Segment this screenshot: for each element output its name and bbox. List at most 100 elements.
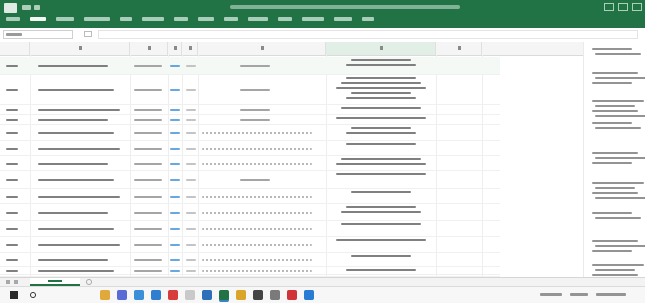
- table-row[interactable]: [0, 171, 500, 189]
- row-details-cell[interactable]: [336, 163, 426, 165]
- ribbon-tab[interactable]: [30, 17, 46, 21]
- start-menu-icon[interactable]: [10, 291, 18, 299]
- row-link-cell[interactable]: [170, 119, 180, 121]
- spreadsheet-grid[interactable]: [0, 55, 645, 279]
- ribbon-tab[interactable]: [56, 17, 74, 21]
- row-details-cell[interactable]: [351, 127, 411, 129]
- row-owner-cell[interactable]: [134, 244, 162, 246]
- row-details-cell[interactable]: [346, 132, 416, 134]
- ribbon-tab[interactable]: [278, 17, 292, 21]
- row-details-cell[interactable]: [336, 117, 426, 119]
- ribbon-tab[interactable]: [334, 17, 352, 21]
- ribbon-tab[interactable]: [362, 17, 374, 21]
- column-header-e[interactable]: [198, 42, 326, 55]
- row-details-cell[interactable]: [336, 239, 426, 241]
- row-id-cell[interactable]: [6, 89, 18, 91]
- name-box[interactable]: [3, 30, 73, 39]
- ribbon-tab[interactable]: [84, 17, 110, 21]
- column-header-b[interactable]: [130, 42, 168, 55]
- row-details-cell[interactable]: [341, 82, 421, 84]
- row-description-cell[interactable]: [38, 132, 114, 134]
- column-header-f[interactable]: [326, 42, 436, 55]
- store-icon[interactable]: [168, 290, 178, 300]
- ribbon-tab[interactable]: [174, 17, 188, 21]
- row-owner-cell[interactable]: [134, 179, 162, 181]
- ribbon-tab[interactable]: [6, 17, 20, 21]
- row-id-cell[interactable]: [6, 212, 18, 214]
- row-details-cell[interactable]: [351, 59, 411, 61]
- ribbon-tab[interactable]: [302, 17, 324, 21]
- system-tray-icons[interactable]: [570, 293, 588, 296]
- table-row[interactable]: [0, 253, 500, 267]
- row-notes-cell[interactable]: [202, 196, 312, 198]
- search-icon[interactable]: [30, 292, 36, 298]
- close-icon[interactable]: [632, 3, 642, 11]
- row-link-cell[interactable]: [170, 259, 180, 261]
- row-details-cell[interactable]: [351, 191, 411, 193]
- previous-sheet-icon[interactable]: [6, 280, 10, 284]
- row-link-cell[interactable]: [170, 270, 180, 272]
- row-owner-cell[interactable]: [134, 259, 162, 261]
- row-details-cell[interactable]: [346, 206, 416, 208]
- row-link-cell[interactable]: [170, 179, 180, 181]
- row-flag-cell[interactable]: [186, 65, 196, 67]
- minimize-icon[interactable]: [604, 3, 614, 11]
- row-link-cell[interactable]: [170, 148, 180, 150]
- row-owner-cell[interactable]: [134, 228, 162, 230]
- row-details-cell[interactable]: [341, 158, 421, 160]
- row-description-cell[interactable]: [38, 65, 108, 67]
- row-flag-cell[interactable]: [186, 212, 196, 214]
- table-row[interactable]: [0, 267, 500, 275]
- row-link-cell[interactable]: [170, 65, 180, 67]
- insert-function-icon[interactable]: [84, 31, 92, 37]
- table-row[interactable]: [0, 57, 500, 75]
- row-flag-cell[interactable]: [186, 259, 196, 261]
- table-row[interactable]: [0, 156, 500, 171]
- row-description-cell[interactable]: [38, 228, 114, 230]
- row-link-cell[interactable]: [170, 228, 180, 230]
- table-row[interactable]: [0, 141, 500, 156]
- row-owner-cell[interactable]: [134, 109, 162, 111]
- row-details-cell[interactable]: [351, 92, 411, 94]
- row-id-cell[interactable]: [6, 270, 18, 272]
- row-link-cell[interactable]: [170, 163, 180, 165]
- row-link-cell[interactable]: [170, 109, 180, 111]
- row-description-cell[interactable]: [38, 163, 108, 165]
- row-details-cell[interactable]: [336, 173, 426, 175]
- row-notes-cell[interactable]: [240, 65, 270, 67]
- ribbon-tab[interactable]: [142, 17, 164, 21]
- row-notes-cell[interactable]: [202, 270, 312, 272]
- row-notes-cell[interactable]: [202, 132, 312, 134]
- table-row[interactable]: [0, 125, 500, 141]
- row-link-cell[interactable]: [170, 89, 180, 91]
- row-flag-cell[interactable]: [186, 132, 196, 134]
- excel-icon[interactable]: [219, 290, 229, 300]
- row-id-cell[interactable]: [6, 163, 18, 165]
- row-owner-cell[interactable]: [134, 89, 162, 91]
- row-notes-cell[interactable]: [202, 212, 312, 214]
- ribbon-tab[interactable]: [198, 17, 214, 21]
- table-row[interactable]: [0, 204, 500, 221]
- row-link-cell[interactable]: [170, 212, 180, 214]
- row-id-cell[interactable]: [6, 244, 18, 246]
- row-details-cell[interactable]: [346, 97, 416, 99]
- row-owner-cell[interactable]: [134, 148, 162, 150]
- clock-date[interactable]: [596, 293, 626, 296]
- ribbon-tab[interactable]: [248, 17, 268, 21]
- row-flag-cell[interactable]: [186, 196, 196, 198]
- row-id-cell[interactable]: [6, 179, 18, 181]
- row-description-cell[interactable]: [38, 109, 120, 111]
- row-notes-cell[interactable]: [240, 109, 270, 111]
- row-owner-cell[interactable]: [134, 270, 162, 272]
- row-details-cell[interactable]: [346, 269, 416, 271]
- mail-icon[interactable]: [185, 290, 195, 300]
- row-id-cell[interactable]: [6, 119, 18, 121]
- ribbon-tab[interactable]: [120, 17, 132, 21]
- table-row[interactable]: [0, 115, 500, 125]
- row-description-cell[interactable]: [38, 259, 108, 261]
- table-row[interactable]: [0, 237, 500, 253]
- row-link-cell[interactable]: [170, 244, 180, 246]
- row-flag-cell[interactable]: [186, 163, 196, 165]
- row-link-cell[interactable]: [170, 196, 180, 198]
- chat-icon[interactable]: [117, 290, 127, 300]
